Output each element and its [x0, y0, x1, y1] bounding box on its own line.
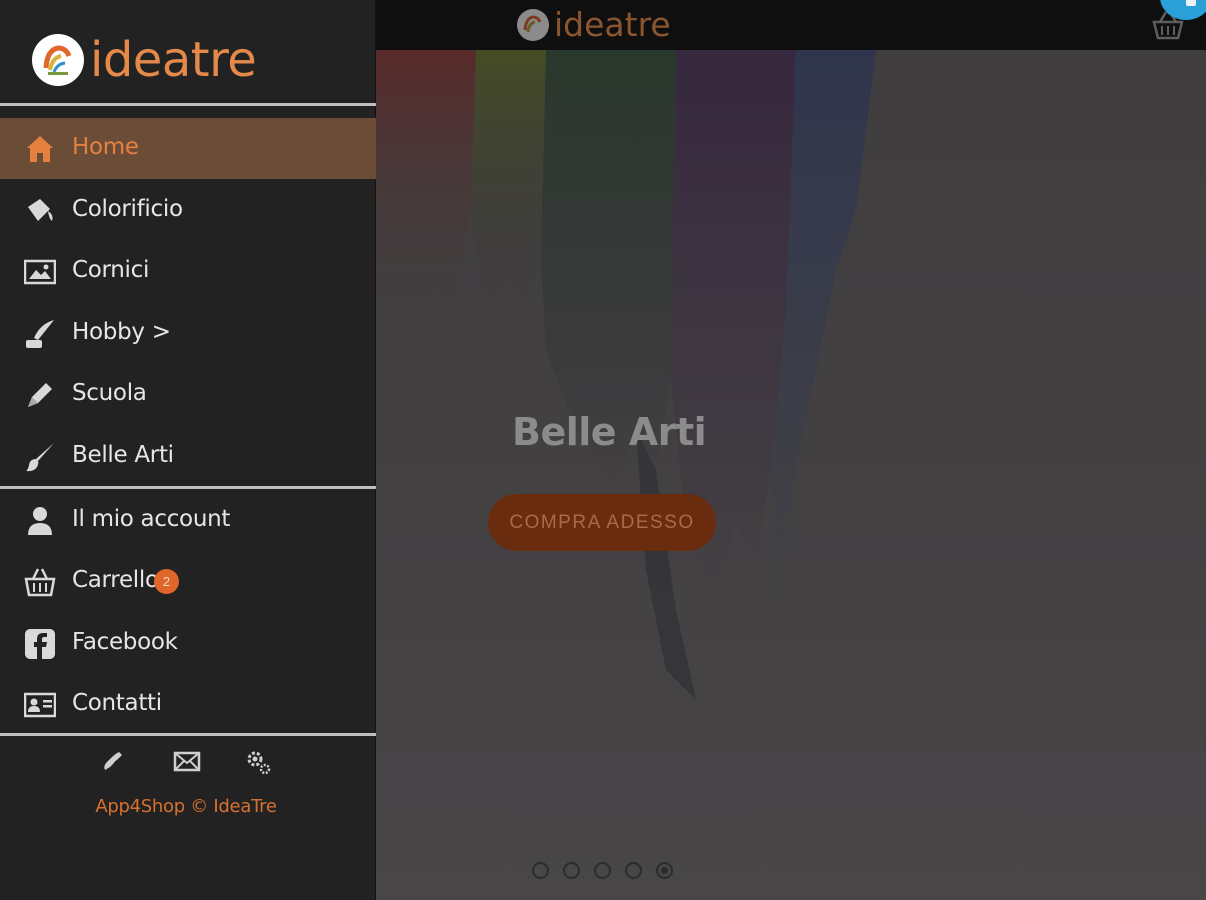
pencil-icon — [28, 383, 52, 407]
picture-frame-icon — [24, 259, 56, 285]
user-icon — [28, 507, 52, 535]
paintbrush-icon — [26, 443, 54, 472]
drawer-logo[interactable]: ideatre — [32, 30, 257, 90]
sidebar-item-home[interactable]: Home — [0, 118, 376, 179]
carousel-dot[interactable] — [563, 862, 580, 879]
sidebar-item-contatti[interactable]: Contatti — [0, 674, 376, 735]
copyright-text: App4Shop © IdeaTre — [95, 796, 277, 817]
divider — [0, 733, 376, 736]
sidebar-item-label: Scuola — [72, 380, 147, 406]
sidebar-item-label: Belle Arti — [72, 442, 174, 468]
logo-mark-icon — [517, 9, 549, 41]
hero-title: Belle Arti — [512, 410, 707, 454]
sidebar-item-account[interactable]: Il mio account — [0, 490, 376, 551]
sidebar-item-carrello[interactable]: Carrello 2 — [0, 551, 376, 612]
contact-card-icon — [24, 692, 56, 718]
divider — [0, 486, 376, 489]
sidebar-item-scuola[interactable]: Scuola — [0, 364, 376, 425]
hero-dim-overlay — [376, 50, 1206, 900]
sidebar-item-cornici[interactable]: Cornici — [0, 241, 376, 302]
settings-icon[interactable] — [244, 748, 272, 776]
sidebar-item-label: Contatti — [72, 690, 162, 716]
sidebar-item-label: Facebook — [72, 629, 178, 655]
sidebar-item-label: Home — [72, 134, 139, 160]
sidebar-item-hobby[interactable]: Hobby > — [0, 303, 376, 364]
topbar-logo-text: ideatre — [554, 5, 671, 44]
carousel-indicators — [532, 862, 673, 879]
navigation-drawer: ideatre Home Colorificio Cornici Hobby > — [0, 0, 376, 900]
logo-mark-icon — [32, 34, 84, 86]
sidebar-item-belle-arti[interactable]: Belle Arti — [0, 426, 376, 487]
carousel-dot[interactable] — [594, 862, 611, 879]
buy-now-button[interactable]: COMPRA ADESSO — [488, 494, 716, 551]
drawer-logo-text: ideatre — [90, 32, 257, 88]
quill-icon — [26, 320, 54, 348]
topbar-logo[interactable]: ideatre — [516, 6, 671, 44]
mail-icon[interactable] — [173, 748, 201, 776]
basket-icon — [24, 568, 56, 597]
sidebar-item-label: Colorificio — [72, 196, 183, 222]
sidebar-item-label: Il mio account — [72, 506, 231, 532]
carousel-dot[interactable] — [532, 862, 549, 879]
sidebar-item-colorificio[interactable]: Colorificio — [0, 180, 376, 241]
sidebar-item-label: Hobby > — [72, 319, 171, 345]
home-icon — [27, 136, 53, 162]
paint-bucket-icon — [28, 199, 53, 221]
sidebar-item-facebook[interactable]: Facebook — [0, 613, 376, 674]
speaker-icon — [1186, 0, 1196, 6]
carousel-dot-active[interactable] — [656, 862, 673, 879]
phone-icon[interactable] — [101, 748, 129, 776]
sidebar-item-label: Carrello — [72, 567, 159, 593]
facebook-icon — [25, 629, 55, 659]
sidebar-item-label: Cornici — [72, 257, 150, 283]
divider — [0, 103, 376, 106]
cart-count-badge: 2 — [154, 569, 179, 594]
hero-banner[interactable]: Belle Arti COMPRA ADESSO — [376, 50, 1206, 900]
carousel-dot[interactable] — [625, 862, 642, 879]
